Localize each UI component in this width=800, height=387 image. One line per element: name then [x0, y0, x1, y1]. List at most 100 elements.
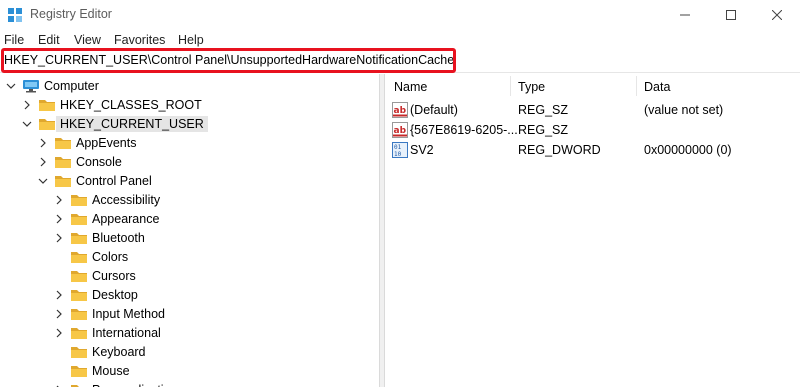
tree-item[interactable]: Colors: [54, 247, 128, 266]
title-bar: Registry Editor: [0, 0, 800, 30]
tree-item[interactable]: Console: [38, 152, 122, 171]
tree-item[interactable]: Accessibility: [54, 190, 160, 209]
value-name: (Default): [410, 103, 458, 117]
value-row[interactable]: 01 10 SV2 REG_DWORD 0x00000000 (0): [386, 141, 800, 160]
binary-value-icon: 0110: [392, 142, 408, 158]
address-highlight-annotation: [1, 48, 456, 73]
column-data-header[interactable]: Data: [644, 74, 670, 98]
value-row[interactable]: ab (Default) REG_SZ (value not set): [386, 101, 800, 120]
tree-item[interactable]: HKEY_CURRENT_USER: [22, 114, 208, 133]
column-name-header[interactable]: Name: [394, 74, 427, 98]
tree-item[interactable]: Appearance: [54, 209, 159, 228]
tree-item[interactable]: Mouse: [54, 361, 130, 380]
chevron-right-icon[interactable]: [54, 233, 64, 243]
menu-edit[interactable]: Edit: [38, 33, 60, 47]
chevron-right-icon[interactable]: [38, 138, 48, 148]
tree-item-label: Mouse: [92, 363, 130, 378]
registry-editor-icon: [8, 8, 22, 22]
value-type: REG_DWORD: [518, 143, 601, 157]
tree-item-label: HKEY_CLASSES_ROOT: [60, 97, 202, 112]
value-name: SV2: [410, 143, 434, 157]
menu-help[interactable]: Help: [178, 33, 204, 47]
minimize-button[interactable]: [662, 0, 708, 30]
column-type-header[interactable]: Type: [518, 74, 545, 98]
folder-icon: [71, 194, 87, 206]
tree-item-label: Colors: [92, 249, 129, 264]
folder-icon: [71, 365, 87, 377]
tree-item-label: International: [92, 325, 161, 340]
value-name: {567E8619-6205-...: [410, 123, 518, 137]
tree-item-label: Console: [76, 154, 122, 169]
tree-item[interactable]: Cursors: [54, 266, 136, 285]
values-list[interactable]: Name Type Data ab (Default) REG_SZ (value n…: [386, 74, 800, 387]
tree-item-label: Keyboard: [92, 344, 146, 359]
folder-icon: [71, 308, 87, 320]
tree-item-label: HKEY_CURRENT_USER: [56, 115, 208, 132]
key-tree[interactable]: Computer HKEY_CLASSES_ROOT HKEY_CURRENT_US…: [0, 74, 380, 387]
maximize-button[interactable]: [708, 0, 754, 30]
minimize-icon: [680, 14, 690, 16]
window-title: Registry Editor: [30, 7, 112, 21]
tree-item-label: Cursors: [92, 268, 136, 283]
tree-item-label: AppEvents: [76, 135, 137, 150]
folder-icon: [71, 251, 87, 263]
string-value-icon: ab: [392, 122, 408, 138]
tree-item-label: Control Panel: [76, 173, 152, 188]
folder-icon: [71, 270, 87, 282]
folder-icon: [71, 327, 87, 339]
tree-item[interactable]: Control Panel: [38, 171, 152, 190]
menu-file[interactable]: File: [4, 33, 24, 47]
tree-item[interactable]: Desktop: [54, 285, 138, 304]
column-separator[interactable]: [636, 76, 637, 96]
folder-icon: [39, 99, 55, 111]
menu-view[interactable]: View: [74, 33, 101, 47]
value-type: REG_SZ: [518, 103, 569, 117]
tree-item-label: Personalization: [92, 383, 177, 387]
tree-item-label: Accessibility: [92, 192, 161, 207]
pane-splitter[interactable]: [379, 74, 385, 387]
chevron-right-icon[interactable]: [38, 157, 48, 167]
tree-item[interactable]: International: [54, 323, 161, 342]
folder-icon: [55, 137, 71, 149]
value-data: 0x00000000 (0): [644, 143, 732, 157]
svg-text:01: 01: [394, 144, 402, 151]
value-row[interactable]: ab {567E8619-6205-... REG_SZ: [386, 121, 800, 140]
tree-item[interactable]: Personalization: [54, 380, 177, 387]
tree-item-label: Input Method: [92, 306, 165, 321]
tree-item[interactable]: Bluetooth: [54, 228, 145, 247]
tree-item[interactable]: Keyboard: [54, 342, 146, 361]
folder-icon: [39, 118, 55, 130]
tree-item-label: Bluetooth: [92, 230, 145, 245]
chevron-right-icon[interactable]: [54, 195, 64, 205]
close-icon: [772, 10, 782, 20]
tree-item[interactable]: HKEY_CLASSES_ROOT: [22, 95, 202, 114]
chevron-right-icon[interactable]: [54, 328, 64, 338]
maximize-icon: [726, 10, 736, 20]
folder-icon: [71, 346, 87, 358]
chevron-right-icon[interactable]: [54, 309, 64, 319]
computer-icon: [23, 79, 39, 92]
chevron-down-icon[interactable]: [38, 176, 48, 186]
folder-icon: [71, 232, 87, 244]
folder-icon: [55, 156, 71, 168]
tree-item[interactable]: Input Method: [54, 304, 165, 323]
folder-icon: [71, 289, 87, 301]
string-value-icon: ab: [392, 102, 408, 118]
chevron-right-icon[interactable]: [22, 100, 32, 110]
chevron-right-icon[interactable]: [54, 290, 64, 300]
folder-icon: [55, 175, 71, 187]
tree-item[interactable]: AppEvents: [38, 133, 136, 152]
close-button[interactable]: [754, 0, 800, 30]
menu-bar: File Edit View Favorites Help: [0, 30, 800, 50]
chevron-right-icon[interactable]: [54, 214, 64, 224]
folder-icon: [71, 384, 87, 387]
value-type: REG_SZ: [518, 123, 569, 137]
chevron-down-icon[interactable]: [6, 81, 16, 91]
menu-favorites[interactable]: Favorites: [114, 33, 165, 47]
value-data: (value not set): [644, 103, 724, 117]
chevron-down-icon[interactable]: [22, 119, 32, 129]
tree-item-label: Computer: [44, 78, 99, 93]
folder-icon: [71, 213, 87, 225]
column-separator[interactable]: [510, 76, 511, 96]
tree-item[interactable]: Computer: [6, 76, 99, 95]
